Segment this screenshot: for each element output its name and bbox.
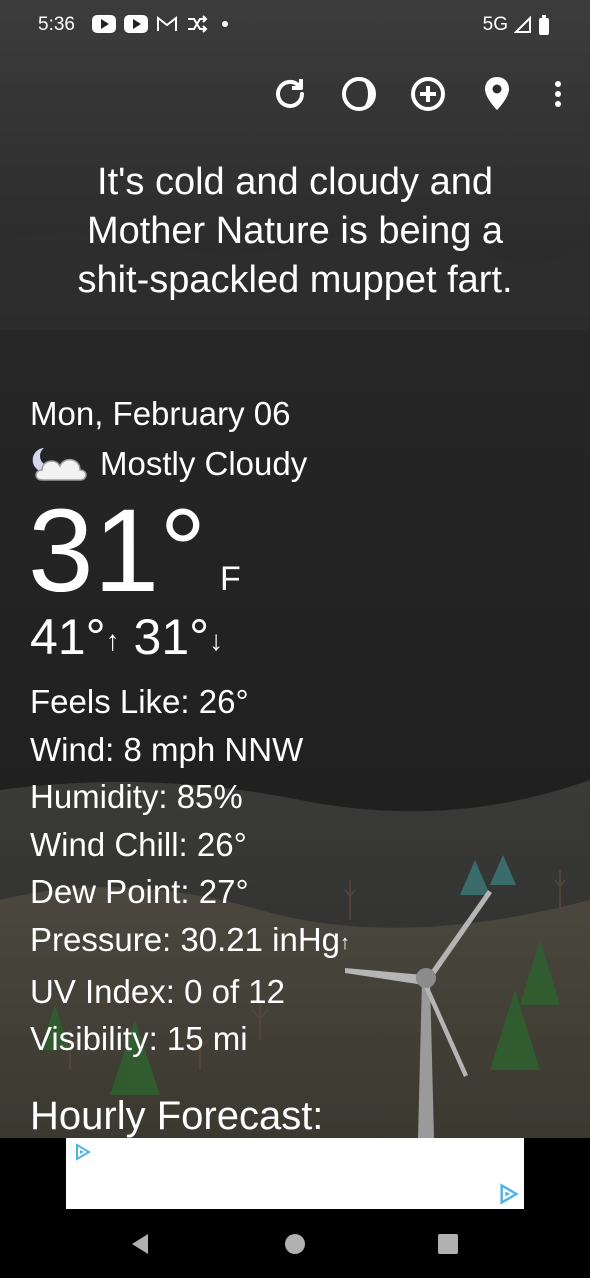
current-temperature: 31° bbox=[28, 485, 207, 617]
high-low-temperatures: 41°↑ 31°↓ bbox=[30, 608, 223, 666]
notification-icons bbox=[92, 15, 228, 33]
low-temperature: 31° bbox=[133, 609, 210, 665]
adchoices-icon[interactable] bbox=[498, 1183, 520, 1205]
home-icon[interactable] bbox=[283, 1232, 307, 1256]
uv-index: UV Index: 0 of 12 bbox=[30, 972, 285, 1010]
ad-banner[interactable] bbox=[66, 1138, 524, 1209]
overflow-menu-button[interactable] bbox=[536, 72, 580, 116]
status-bar: 5:36 5G bbox=[0, 0, 590, 54]
pressure-row: Pressure: 30.21 inHg↑ bbox=[30, 916, 350, 968]
gmail-icon bbox=[157, 15, 177, 31]
status-right: 5G bbox=[483, 14, 550, 36]
add-location-icon bbox=[411, 77, 445, 111]
current-condition: Mostly Cloudy bbox=[30, 444, 307, 484]
refresh-button[interactable] bbox=[268, 72, 312, 116]
adchoices-icon[interactable] bbox=[74, 1143, 92, 1161]
theme-button[interactable] bbox=[337, 72, 381, 116]
low-arrow-icon: ↓ bbox=[209, 625, 224, 656]
current-date: Mon, February 06 bbox=[30, 395, 291, 432]
pressure-trend-icon: ↑ bbox=[340, 931, 351, 954]
location-pin-icon bbox=[485, 77, 509, 110]
weather-headline: It's cold and cloudy and Mother Nature i… bbox=[77, 161, 513, 301]
hourly-forecast-title: Hourly Forecast: bbox=[30, 1094, 324, 1138]
more-vert-icon bbox=[555, 81, 561, 107]
humidity: Humidity: 85% bbox=[30, 778, 243, 816]
wind-chill: Wind Chill: 26° bbox=[30, 825, 247, 863]
high-temperature: 41° bbox=[30, 609, 106, 665]
status-time: 5:36 bbox=[38, 14, 75, 35]
weather-details: Feels Like: 26° Wind: 8 mph NNW Humidity… bbox=[30, 678, 350, 1063]
theme-icon bbox=[342, 77, 376, 111]
ad-bar bbox=[0, 1138, 590, 1210]
add-location-button[interactable] bbox=[406, 72, 450, 116]
location-button[interactable] bbox=[475, 72, 519, 116]
visibility: Visibility: 15 mi bbox=[30, 1020, 248, 1058]
navigation-bar bbox=[0, 1210, 590, 1278]
youtube-icon bbox=[92, 15, 116, 33]
condition-text: Mostly Cloudy bbox=[100, 445, 308, 482]
battery-icon bbox=[539, 15, 549, 35]
feels-like: Feels Like: 26° bbox=[30, 683, 249, 720]
dew-point: Dew Point: 27° bbox=[30, 873, 249, 911]
back-icon[interactable] bbox=[128, 1232, 152, 1256]
youtube-icon bbox=[124, 15, 148, 33]
partly-cloudy-night-icon bbox=[32, 448, 87, 481]
network-type: 5G bbox=[482, 14, 508, 35]
dot-icon bbox=[222, 21, 228, 27]
refresh-icon bbox=[276, 79, 304, 108]
wind: Wind: 8 mph NNW bbox=[30, 730, 304, 768]
signal-icon bbox=[514, 16, 531, 33]
temperature-unit: F bbox=[220, 560, 241, 598]
pressure: Pressure: 30.21 inHg bbox=[30, 920, 341, 958]
high-arrow-icon: ↑ bbox=[105, 625, 120, 656]
shuffle-icon bbox=[188, 15, 208, 33]
recents-icon[interactable] bbox=[436, 1232, 460, 1256]
